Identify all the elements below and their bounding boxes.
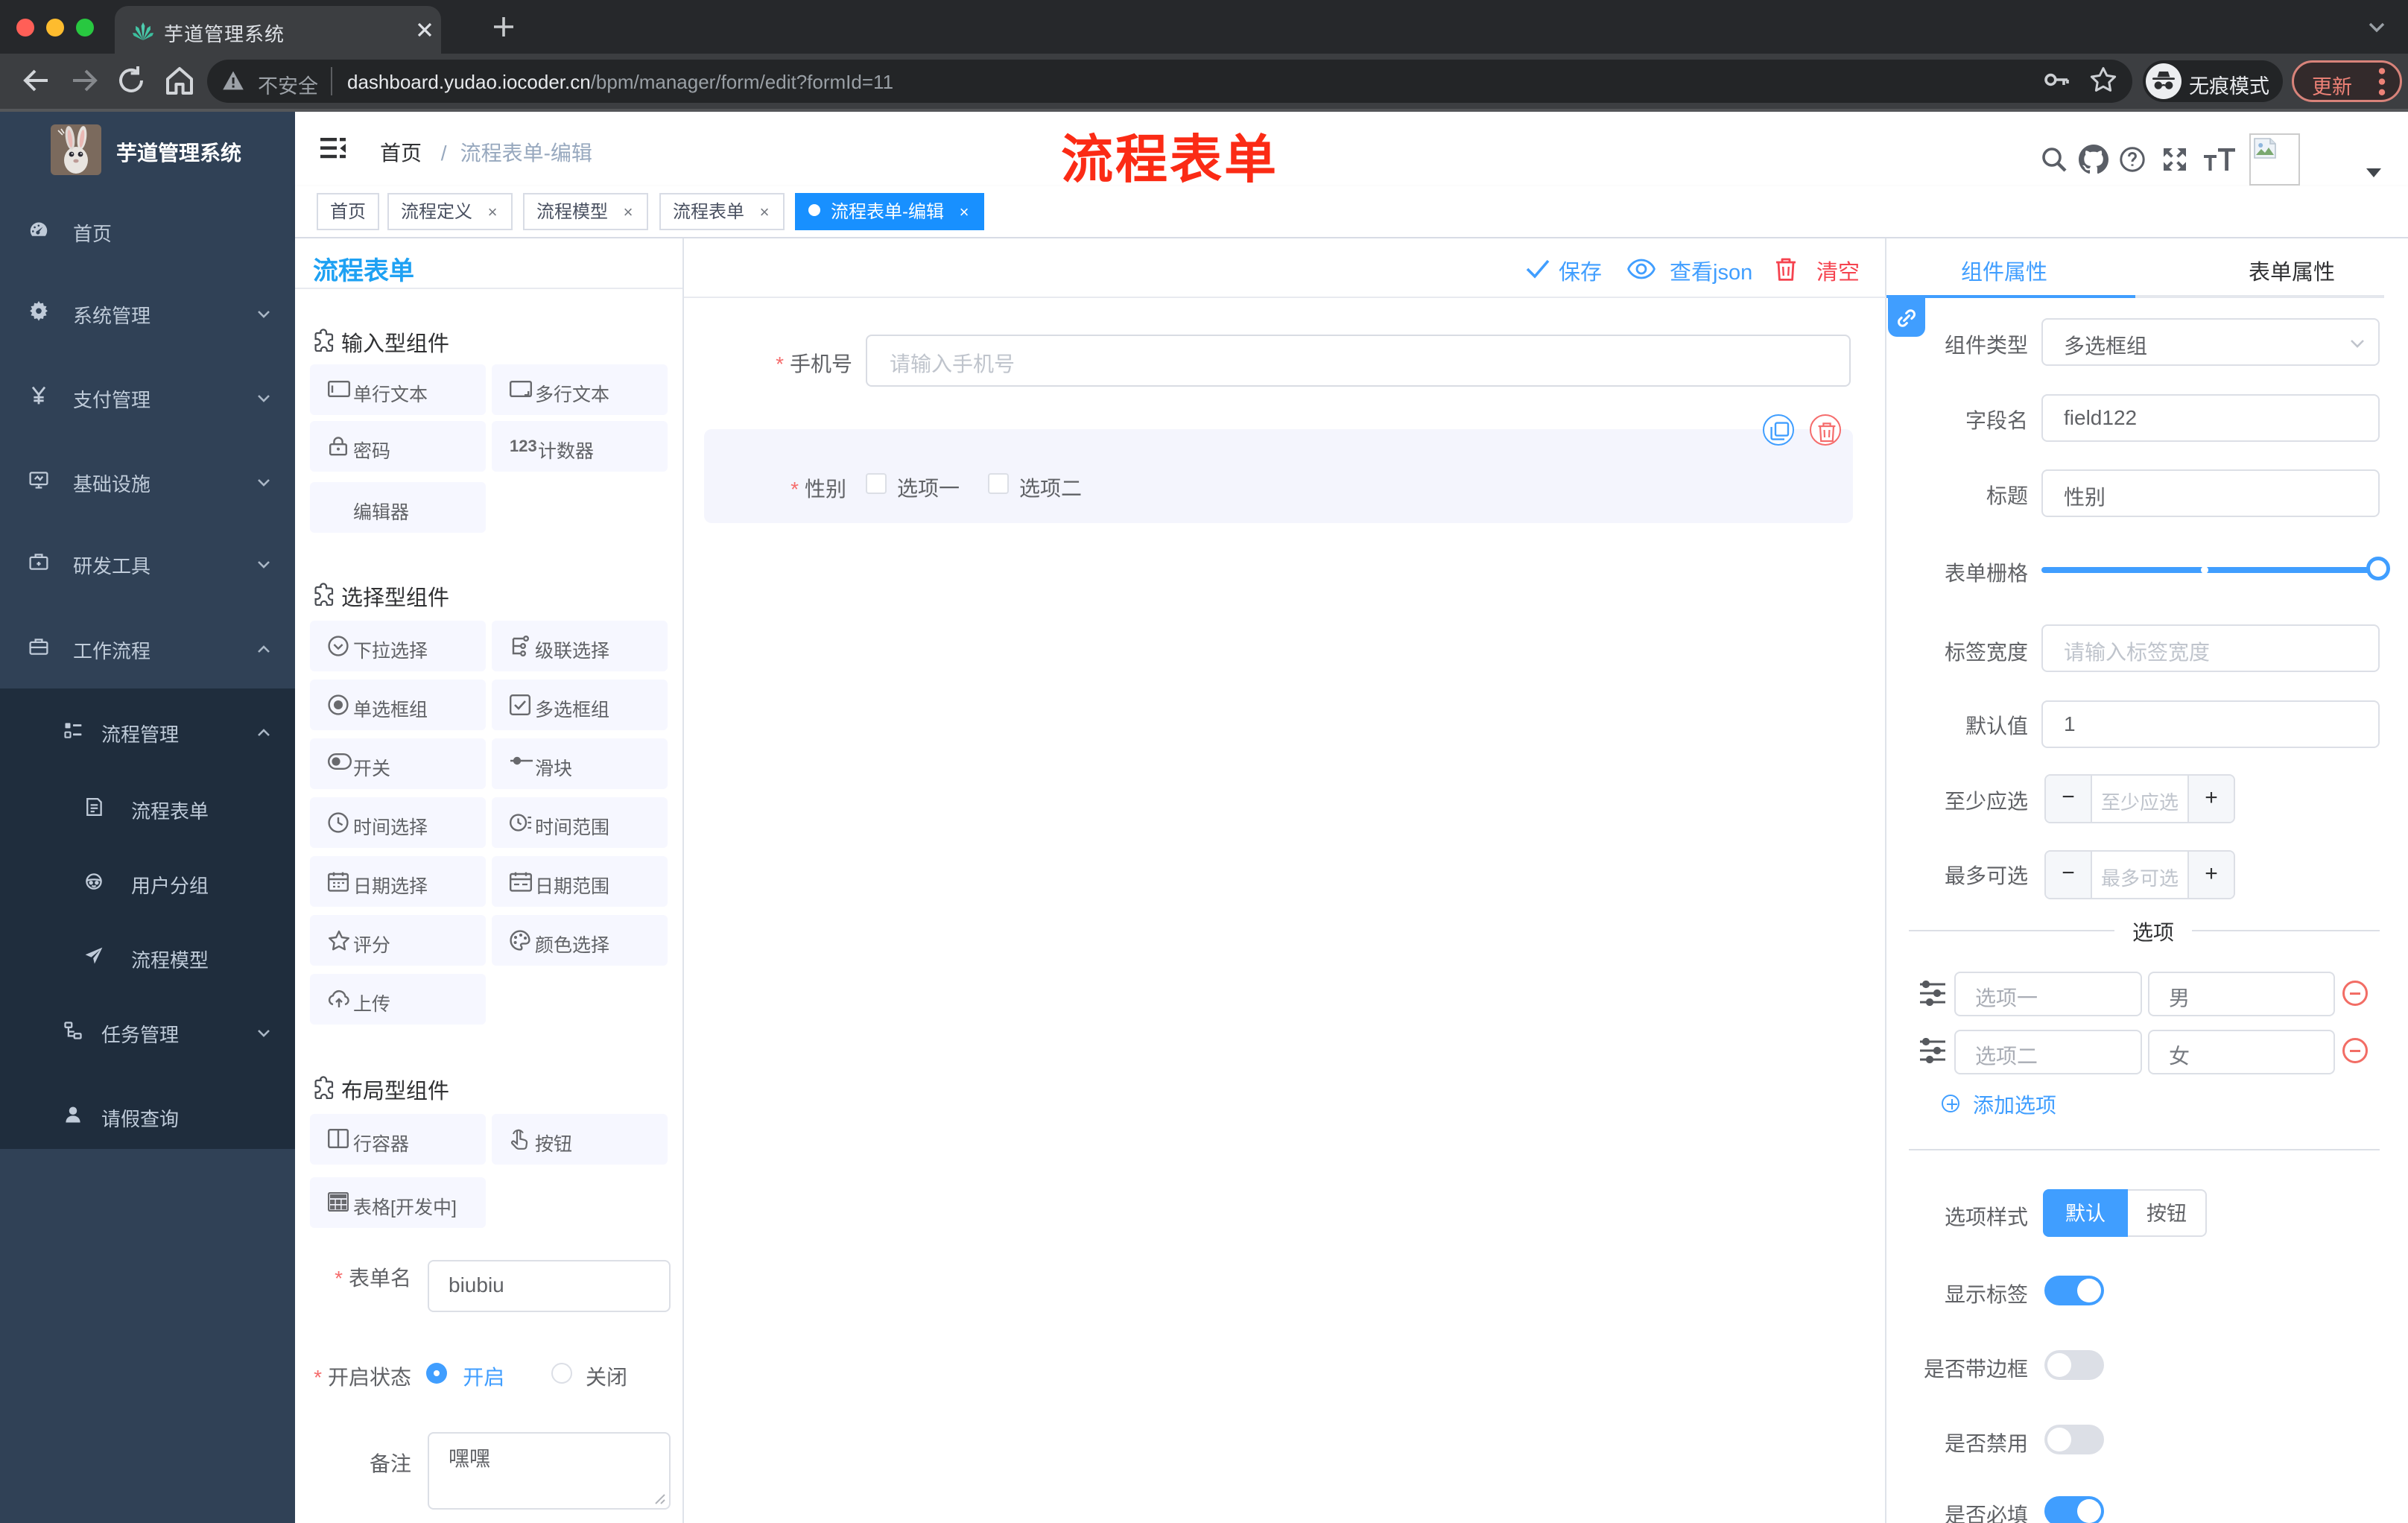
- svg-text:123: 123: [510, 437, 536, 454]
